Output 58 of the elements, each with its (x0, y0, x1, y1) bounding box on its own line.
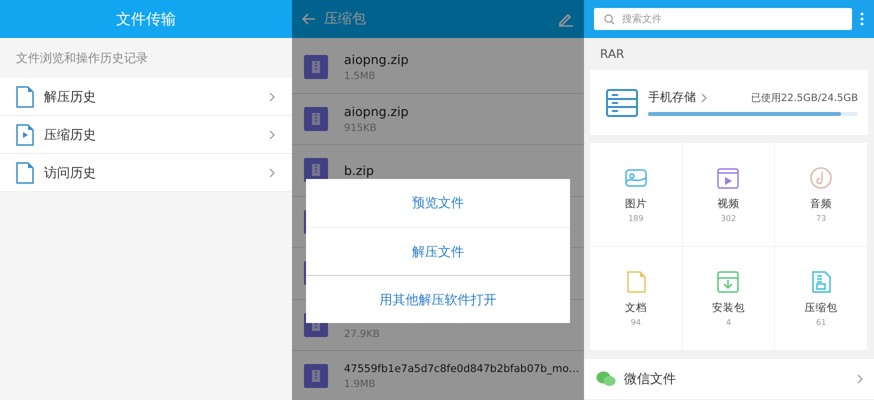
history-item[interactable]: 解压历史 (0, 78, 292, 116)
zip-file-icon (304, 106, 328, 131)
category-tile[interactable]: 压缩包 61 (775, 247, 868, 351)
category-count: 302 (720, 214, 736, 223)
search-field[interactable]: 搜索文件 (594, 8, 852, 30)
category-tile[interactable]: 文档 94 (590, 247, 683, 351)
file-size: 915KB (344, 122, 378, 134)
header-title: 压缩包 (324, 10, 366, 28)
document-icon (16, 86, 34, 108)
file-name: b.zip (344, 162, 374, 178)
file-size: 1.5MB (344, 71, 376, 82)
category-label: 安装包 (712, 301, 745, 315)
video-file-icon (16, 124, 34, 146)
file-name: aiopng.zip (344, 52, 409, 68)
storage-card[interactable]: 手机存储 已使用22.5GB/24.5GB (590, 70, 868, 135)
chevron-icon (268, 168, 276, 178)
dialog-option[interactable]: 用其他解压软件打开 (306, 275, 570, 323)
category-label: 文档 (624, 301, 647, 315)
wechat-files-row[interactable]: 微信文件 (584, 359, 874, 399)
category-count: 61 (816, 318, 826, 327)
category-count: 4 (726, 318, 732, 327)
section-subtitle: 文件浏览和操作历史记录 (16, 50, 148, 66)
zip-file-icon (304, 364, 328, 388)
zip-file-icon (304, 55, 328, 80)
header-title: 文件传输 (116, 10, 176, 28)
file-name: 47559fb1e7a5d7c8fe0d847b2bfab07b_mo… (344, 362, 580, 375)
category-label: 压缩包 (804, 301, 838, 315)
history-item[interactable]: 压缩历史 (0, 116, 292, 154)
category-label: 视频 (717, 197, 740, 211)
storage-icon (606, 88, 638, 116)
chat-bubbles-icon (596, 371, 616, 387)
storage-usage: 已使用22.5GB/24.5GB (750, 92, 858, 104)
back-arrow-icon[interactable] (302, 13, 316, 25)
file-name: aiopng.zip (344, 104, 409, 119)
storage-name: 手机存储 (648, 89, 696, 106)
category-tile[interactable]: 视频 302 (682, 143, 776, 247)
chevron-icon (268, 92, 276, 102)
category-count: 73 (816, 214, 826, 223)
file-row[interactable]: aiopng.zip 915KB (292, 94, 584, 145)
wechat-label: 微信文件 (624, 371, 677, 388)
category-tile[interactable]: 图片 189 (590, 143, 683, 247)
file-size: 27.9KB (344, 328, 380, 340)
chevron-icon (700, 92, 708, 102)
more-menu-icon[interactable] (860, 12, 864, 26)
history-item[interactable]: 访问历史 (0, 154, 292, 192)
category-label: 音频 (810, 197, 832, 211)
chevron-icon (856, 374, 864, 384)
edit-icon[interactable] (558, 11, 574, 27)
file-size: 1.9MB (344, 378, 376, 390)
category-label: 图片 (624, 197, 647, 211)
category-tile[interactable]: 音频 73 (775, 143, 868, 247)
document-icon (16, 162, 34, 184)
category-tile[interactable]: 安装包 4 (682, 247, 776, 351)
category-count: 189 (628, 214, 644, 223)
search-icon (604, 14, 615, 25)
category-count: 94 (630, 318, 641, 327)
section-label: RAR (600, 47, 624, 61)
chevron-icon (268, 130, 276, 140)
